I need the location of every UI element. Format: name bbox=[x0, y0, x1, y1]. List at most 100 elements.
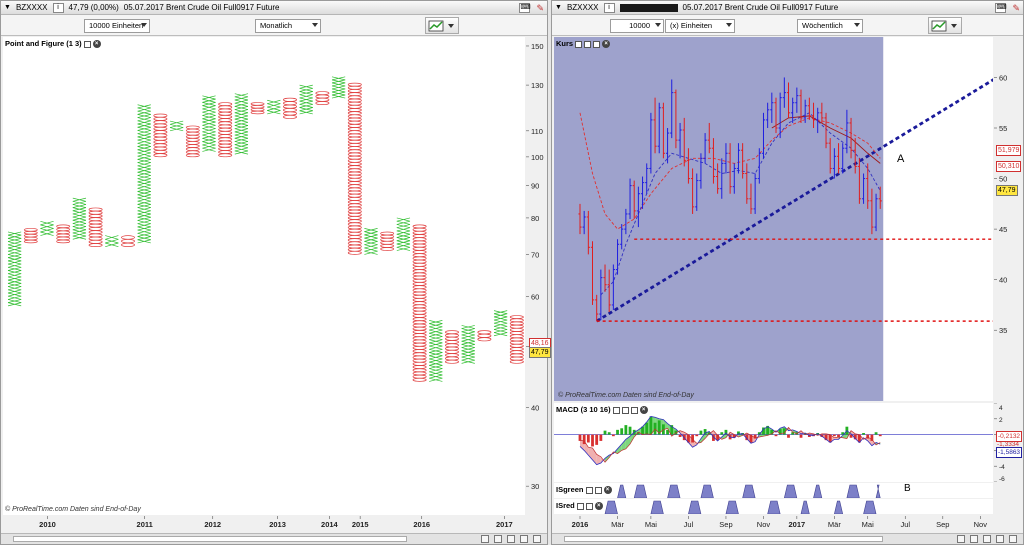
close-icon[interactable]: × bbox=[639, 406, 648, 415]
annotation-b: B bbox=[904, 483, 911, 494]
macd-histogram-bar bbox=[645, 422, 649, 435]
pf-o-mark bbox=[477, 333, 492, 338]
pf-o-mark bbox=[153, 133, 168, 138]
isgreen-plot-area[interactable] bbox=[554, 483, 993, 499]
keyboard-icon[interactable]: ⌨ bbox=[995, 3, 1007, 13]
macd-y-tick-label: 2 bbox=[999, 417, 1003, 424]
macd-histogram-bar bbox=[870, 434, 874, 441]
info-icon[interactable]: i bbox=[52, 2, 64, 13]
right-symbol: BZXXXX bbox=[566, 3, 599, 12]
info-icon[interactable]: i bbox=[603, 2, 615, 13]
stepper-icon[interactable] bbox=[655, 23, 661, 27]
macd-histogram-bar bbox=[832, 434, 836, 437]
pf-x-mark bbox=[234, 102, 249, 107]
wrench-icon[interactable] bbox=[83, 40, 91, 48]
isgreen-pulse bbox=[783, 484, 798, 499]
pf-o-mark bbox=[509, 356, 524, 361]
pf-x-mark bbox=[72, 213, 87, 218]
price-plot-area[interactable] bbox=[554, 37, 1015, 401]
period-dropdown[interactable]: Monatlich bbox=[255, 19, 321, 33]
units-dropdown[interactable]: (x) Einheiten bbox=[665, 19, 735, 33]
pf-x-mark bbox=[7, 257, 22, 262]
pf-x-mark bbox=[7, 231, 22, 236]
pf-column-30 bbox=[493, 310, 508, 337]
zoom-in-icon[interactable] bbox=[494, 535, 502, 543]
pf-y-tick-label: 90 bbox=[531, 182, 539, 191]
pf-o-mark bbox=[509, 334, 524, 339]
menu-arrow-icon[interactable]: ▼ bbox=[4, 4, 11, 11]
pf-o-mark bbox=[347, 168, 362, 173]
scroll-left-icon[interactable] bbox=[520, 535, 528, 543]
pf-x-mark bbox=[137, 110, 151, 115]
pf-plot-area[interactable] bbox=[3, 37, 525, 515]
maximize-icon[interactable] bbox=[593, 40, 601, 48]
pf-x-mark bbox=[299, 97, 313, 102]
scroll-right-icon[interactable] bbox=[533, 535, 541, 543]
keyboard-icon[interactable]: ⌨ bbox=[519, 3, 531, 13]
close-icon[interactable]: × bbox=[603, 486, 612, 495]
close-icon[interactable]: × bbox=[602, 40, 611, 49]
zoom-in-icon[interactable] bbox=[970, 535, 978, 543]
quantity-stepper[interactable]: 10000 bbox=[610, 19, 664, 33]
units-dropdown[interactable]: 10000 Einheiten bbox=[84, 19, 150, 33]
wrench-icon[interactable] bbox=[575, 40, 583, 48]
pf-o-mark bbox=[347, 155, 362, 160]
left-symbol: BZXXXX bbox=[15, 3, 48, 12]
price-history-shade bbox=[554, 37, 884, 401]
wrench-icon[interactable] bbox=[576, 502, 584, 510]
zoom-out-icon[interactable] bbox=[957, 535, 965, 543]
menu-arrow-icon[interactable]: ▼ bbox=[555, 4, 562, 11]
scroll-left-icon[interactable] bbox=[996, 535, 1004, 543]
pf-o-mark bbox=[347, 92, 362, 96]
pf-y-tick-label: 40 bbox=[531, 403, 539, 412]
chart-tools-icon[interactable] bbox=[928, 17, 962, 34]
pf-o-mark bbox=[412, 358, 427, 363]
wrench-icon[interactable] bbox=[585, 486, 593, 494]
pf-x-mark bbox=[331, 94, 346, 99]
kurs-label: Kurs × bbox=[556, 39, 611, 49]
pf-o-mark bbox=[218, 118, 233, 122]
window-icon[interactable] bbox=[621, 406, 629, 414]
window-icon[interactable] bbox=[594, 486, 602, 494]
pf-column-16 bbox=[267, 99, 281, 115]
pf-o-mark bbox=[509, 337, 524, 342]
pf-x-mark bbox=[493, 322, 508, 327]
pf-o-mark bbox=[153, 126, 168, 131]
window-icon[interactable] bbox=[584, 40, 592, 48]
maximize-icon[interactable] bbox=[630, 406, 638, 414]
pf-x-mark bbox=[7, 247, 22, 252]
pf-x-mark bbox=[461, 347, 475, 352]
close-icon[interactable]: × bbox=[594, 502, 603, 511]
magnifier-icon[interactable] bbox=[507, 535, 515, 543]
magnifier-icon[interactable] bbox=[983, 535, 991, 543]
pf-column-12 bbox=[202, 95, 216, 152]
pf-o-mark bbox=[218, 137, 233, 142]
left-scrollbar[interactable] bbox=[13, 536, 407, 542]
pf-o-mark bbox=[380, 237, 395, 242]
pf-x-mark bbox=[202, 134, 216, 139]
pf-y-tick-label: 70 bbox=[531, 250, 539, 259]
pf-o-mark bbox=[412, 272, 427, 277]
pf-x-mark bbox=[202, 105, 216, 110]
pin-icon[interactable]: ✎ bbox=[536, 3, 544, 14]
pf-o-mark bbox=[347, 203, 362, 208]
pf-o-mark bbox=[412, 288, 427, 293]
isred-plot-area[interactable] bbox=[554, 499, 993, 515]
macd-plot-area[interactable] bbox=[554, 403, 993, 482]
pf-x-mark bbox=[7, 244, 22, 249]
right-scrollbar[interactable] bbox=[564, 536, 883, 542]
close-icon[interactable]: × bbox=[92, 40, 101, 49]
window-icon[interactable] bbox=[585, 502, 593, 510]
period-dropdown[interactable]: Wöchentlich bbox=[797, 19, 863, 33]
pf-o-mark bbox=[412, 336, 427, 341]
wrench-icon[interactable] bbox=[612, 406, 620, 414]
pf-x-mark bbox=[7, 302, 22, 307]
pin-icon[interactable]: ✎ bbox=[1012, 3, 1020, 14]
zoom-out-icon[interactable] bbox=[481, 535, 489, 543]
pf-x-mark bbox=[105, 235, 119, 240]
pf-column-8 bbox=[137, 104, 151, 244]
scroll-right-icon[interactable] bbox=[1009, 535, 1017, 543]
macd-label: MACD (3 10 16) × bbox=[556, 405, 648, 415]
pf-x-mark bbox=[137, 216, 151, 221]
chart-tools-icon[interactable] bbox=[425, 17, 459, 34]
